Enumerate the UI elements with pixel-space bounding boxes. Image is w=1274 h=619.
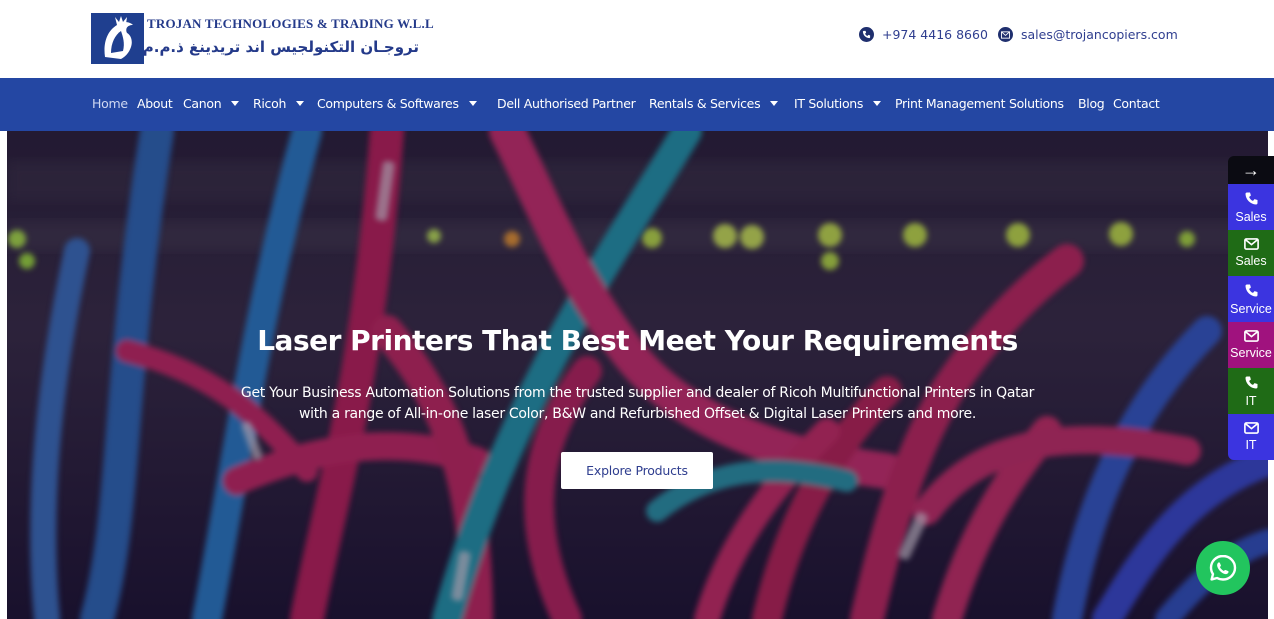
nav-label: Print Management Solutions	[895, 96, 1064, 111]
side-btn-label: Sales	[1235, 254, 1267, 268]
it-call-button[interactable]: IT	[1228, 368, 1274, 414]
side-btn-label: Service	[1230, 301, 1272, 316]
phone-icon	[859, 27, 874, 42]
nav-item-blog[interactable]: Blog	[1078, 96, 1105, 111]
whatsapp-icon	[1209, 554, 1237, 581]
hero-banner: Laser Printers That Best Meet Your Requi…	[7, 131, 1268, 619]
nav-item-canon[interactable]: Canon	[183, 96, 240, 111]
nav-label: Canon	[183, 96, 222, 111]
phone-icon	[1245, 284, 1257, 296]
main-nav: Home About Canon Ricoh Computers & Softw…	[0, 78, 1274, 131]
side-contact-panel: → Sales Sales Service Service IT IT	[1228, 156, 1274, 463]
nav-item-dell-partner[interactable]: Dell Authorised Partner	[497, 96, 636, 111]
service-call-button[interactable]: Service	[1228, 276, 1274, 322]
nav-item-computers-softwares[interactable]: Computers & Softwares	[317, 96, 477, 111]
nav-label: Computers & Softwares	[317, 96, 459, 111]
header-email[interactable]: sales@trojancopiers.com	[998, 27, 1178, 42]
arrow-right-icon[interactable]: →	[1228, 156, 1274, 184]
nav-label: Blog	[1078, 96, 1105, 111]
header-phone[interactable]: +974 4416 8660	[859, 27, 988, 42]
explore-products-button[interactable]: Explore Products	[561, 452, 713, 489]
caret-down-icon	[296, 101, 305, 106]
nav-item-rentals-services[interactable]: Rentals & Services	[649, 96, 779, 111]
caret-down-icon	[770, 101, 779, 106]
service-email-button[interactable]: Service	[1228, 322, 1274, 368]
company-name: TROJAN TECHNOLOGIES & TRADING W.L.L	[147, 16, 434, 31]
phone-icon	[1245, 192, 1257, 204]
logo[interactable]	[91, 13, 144, 64]
nav-item-contact[interactable]: Contact	[1113, 96, 1160, 111]
caret-down-icon	[231, 101, 240, 106]
nav-label: IT Solutions	[794, 96, 864, 111]
nav-label: Ricoh	[253, 96, 287, 111]
side-btn-label: Service	[1230, 346, 1272, 360]
sales-email-button[interactable]: Sales	[1228, 230, 1274, 276]
hero-overlay	[7, 131, 1268, 619]
envelope-icon	[1243, 238, 1259, 250]
nav-label: Contact	[1113, 96, 1160, 111]
hero-title: Laser Printers That Best Meet Your Requi…	[257, 324, 1018, 357]
nav-item-print-management[interactable]: Print Management Solutions	[895, 96, 1064, 111]
phone-icon	[1245, 376, 1257, 388]
envelope-icon	[1243, 422, 1259, 434]
nav-label: Rentals & Services	[649, 96, 761, 111]
email-address[interactable]: sales@trojancopiers.com	[1021, 27, 1178, 42]
hero-subtitle-line2: with a range of All-in-one laser Color, …	[298, 406, 977, 422]
nav-label: Home	[92, 96, 128, 111]
nav-item-ricoh[interactable]: Ricoh	[253, 96, 305, 111]
it-email-button[interactable]: IT	[1228, 414, 1274, 460]
nav-item-it-solutions[interactable]: IT Solutions	[794, 96, 882, 111]
nav-item-about[interactable]: About	[137, 96, 173, 111]
nav-label: About	[137, 96, 173, 111]
side-btn-label: IT	[1245, 438, 1257, 452]
side-btn-label: IT	[1245, 393, 1257, 408]
hero-subtitle-line1: Get Your Business Automation Solutions f…	[240, 385, 1035, 401]
caret-down-icon	[873, 101, 882, 106]
envelope-icon	[1243, 330, 1259, 342]
sales-call-button[interactable]: Sales	[1228, 184, 1274, 230]
side-btn-label: Sales	[1235, 209, 1267, 224]
whatsapp-button[interactable]	[1196, 541, 1250, 595]
nav-label: Dell Authorised Partner	[497, 96, 636, 111]
phone-number[interactable]: +974 4416 8660	[882, 27, 988, 42]
envelope-icon	[998, 27, 1013, 42]
caret-down-icon	[468, 101, 477, 106]
company-name-arabic: تروجـان التكنولجيس اند تريدينغ ذ.م.م	[142, 38, 419, 56]
nav-item-home[interactable]: Home	[92, 96, 128, 111]
site-header: TROJAN TECHNOLOGIES & TRADING W.L.L تروج…	[0, 0, 1274, 78]
